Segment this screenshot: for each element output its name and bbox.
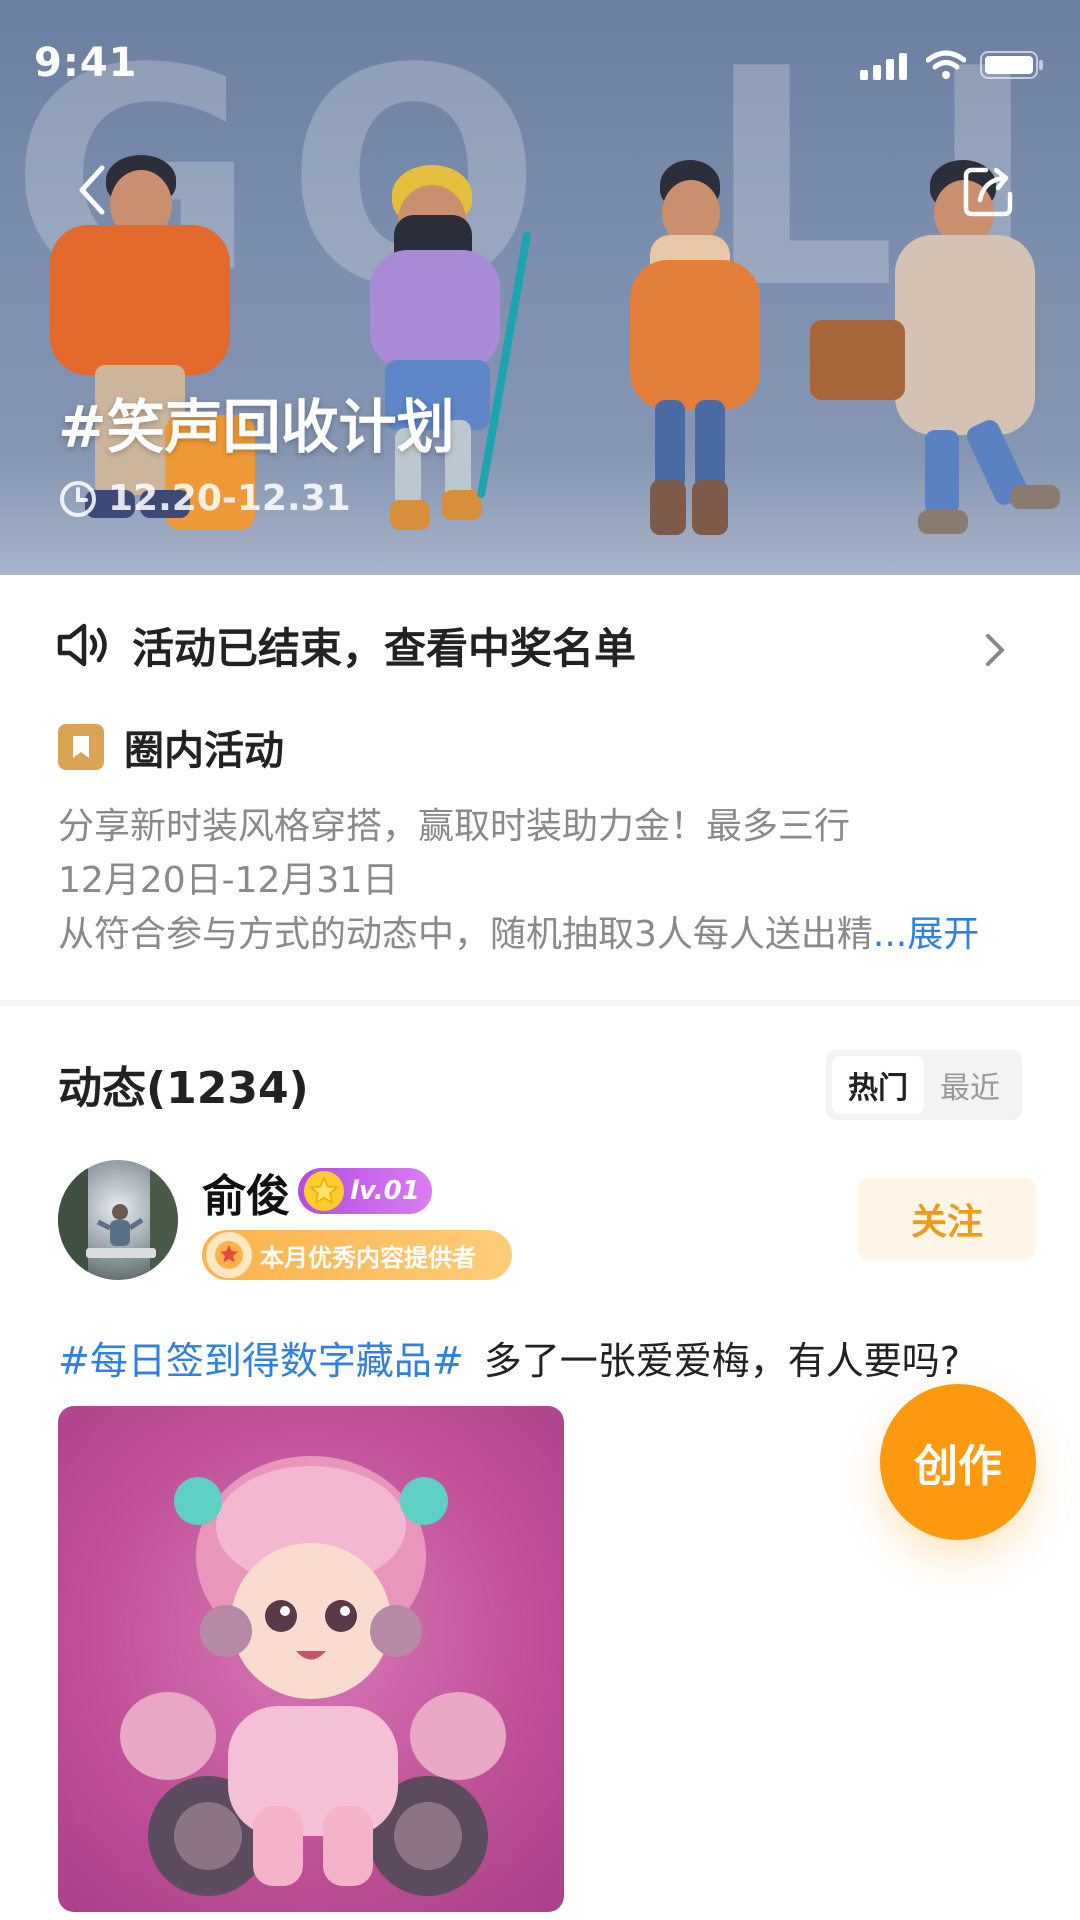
battery-icon bbox=[980, 51, 1043, 79]
winners-notice[interactable]: 活动已结束，查看中奖名单 bbox=[0, 575, 1080, 715]
user-name[interactable]: 俞俊 bbox=[202, 1160, 290, 1224]
activity-header: 圈内活动 bbox=[58, 718, 284, 776]
star-icon bbox=[304, 1171, 344, 1211]
feed-tabs: 热门 最近 bbox=[826, 1050, 1022, 1120]
hero-date-text: 12.20-12.31 bbox=[108, 478, 351, 519]
hero-banner: GO LIFE IP bbox=[0, 0, 1080, 575]
status-time: 9:41 bbox=[34, 40, 138, 86]
follow-button[interactable]: 关注 bbox=[858, 1178, 1036, 1260]
activity-desc-line-text: 从符合参与方式的动态中，随机抽取3人每人送出精 bbox=[58, 914, 873, 955]
avatar[interactable] bbox=[58, 1160, 178, 1280]
section-divider bbox=[0, 1000, 1080, 1006]
level-text: lv.01 bbox=[350, 1176, 420, 1206]
activity-description: 分享新时装风格穿搭，赢取时装助力金！最多三行 12月20日-12月31日 从符合… bbox=[58, 800, 1018, 962]
activity-desc-line: 从符合参与方式的动态中，随机抽取3人每人送出精...展开 bbox=[58, 908, 1018, 962]
bookmark-icon bbox=[58, 724, 104, 770]
wifi-icon bbox=[926, 50, 966, 79]
post-text: 多了一张爱爱梅，有人要吗? bbox=[483, 1339, 960, 1383]
honor-badge: 本月优秀内容提供者 bbox=[202, 1230, 512, 1280]
status-icons bbox=[860, 50, 1044, 80]
create-button[interactable]: 创作 bbox=[880, 1384, 1036, 1540]
tab-recent[interactable]: 最近 bbox=[924, 1056, 1016, 1114]
chevron-right-icon bbox=[986, 634, 1004, 666]
back-icon[interactable] bbox=[70, 160, 118, 220]
character-2-illustration bbox=[350, 160, 550, 540]
activity-title: 圈内活动 bbox=[124, 728, 284, 774]
activity-desc-line: 分享新时装风格穿搭，赢取时装助力金！最多三行 bbox=[58, 806, 851, 847]
speaker-icon bbox=[57, 623, 107, 667]
honor-text: 本月优秀内容提供者 bbox=[260, 1243, 476, 1272]
character-4-illustration bbox=[800, 150, 1060, 540]
post-content: #每日签到得数字藏品# 多了一张爱爱梅，有人要吗? bbox=[58, 1330, 960, 1385]
activity-desc-line: 12月20日-12月31日 bbox=[58, 860, 399, 901]
hero-date: 12.20-12.31 bbox=[58, 478, 351, 519]
cellular-signal-icon bbox=[860, 52, 912, 80]
medal-icon bbox=[206, 1232, 252, 1278]
feed-title: 动态(1234) bbox=[58, 1063, 309, 1114]
share-icon[interactable] bbox=[960, 160, 1020, 220]
hero-title: #笑声回收计划 bbox=[58, 393, 455, 461]
status-bar: 9:41 bbox=[0, 0, 1080, 130]
clock-icon bbox=[60, 480, 96, 517]
tab-hot[interactable]: 热门 bbox=[832, 1056, 924, 1114]
character-3-illustration bbox=[610, 160, 790, 540]
post-image[interactable] bbox=[58, 1406, 564, 1912]
expand-link[interactable]: ...展开 bbox=[873, 914, 979, 955]
level-badge: lv.01 bbox=[298, 1168, 432, 1214]
post-hashtag[interactable]: #每日签到得数字藏品# bbox=[58, 1339, 464, 1383]
notice-text: 活动已结束，查看中奖名单 bbox=[132, 624, 637, 673]
